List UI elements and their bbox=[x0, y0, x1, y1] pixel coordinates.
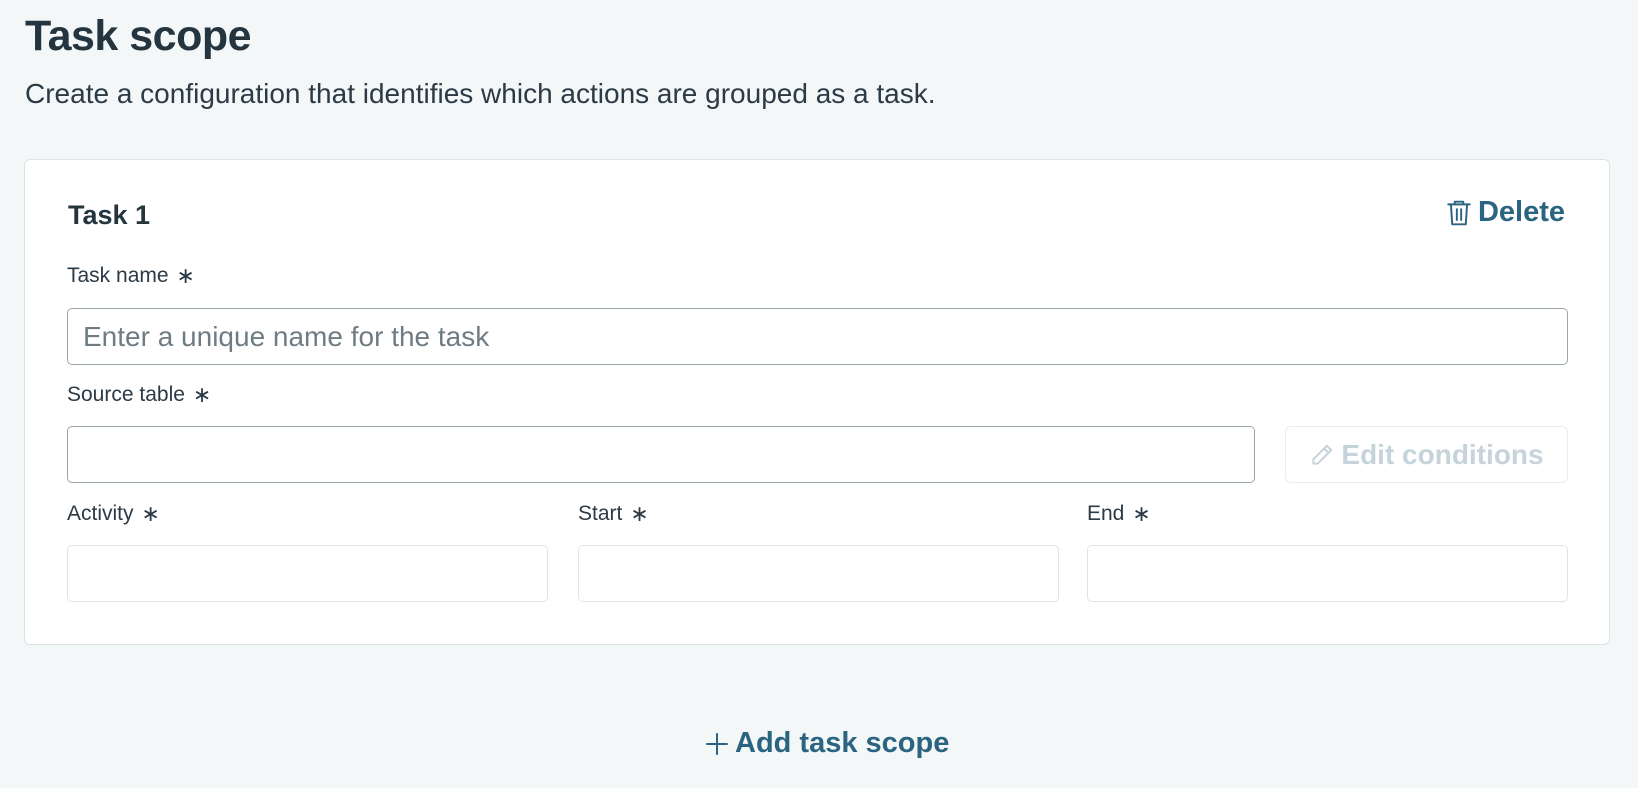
end-label: End ∗ bbox=[1087, 502, 1151, 526]
source-table-label-text: Source table bbox=[67, 383, 185, 406]
required-marker: ∗ bbox=[1132, 501, 1151, 526]
add-task-scope-button[interactable]: Add task scope bbox=[705, 727, 949, 760]
task-scope-page: Task scope Create a configuration that i… bbox=[0, 0, 1638, 788]
task-name-label-text: Task name bbox=[67, 264, 169, 287]
activity-label: Activity ∗ bbox=[67, 502, 160, 526]
required-marker: ∗ bbox=[176, 263, 195, 288]
source-table-label: Source table ∗ bbox=[67, 383, 211, 407]
task-card: Task 1 Delete Task name ∗ Source table ∗ bbox=[24, 159, 1610, 645]
page-title: Task scope bbox=[25, 12, 252, 60]
delete-task-button[interactable]: Delete bbox=[1446, 196, 1565, 229]
activity-label-text: Activity bbox=[67, 502, 134, 525]
required-marker: ∗ bbox=[630, 501, 649, 526]
delete-label: Delete bbox=[1477, 196, 1565, 228]
start-input[interactable] bbox=[578, 545, 1059, 602]
add-task-scope-label: Add task scope bbox=[735, 727, 950, 759]
task-title: Task 1 bbox=[68, 200, 151, 230]
trash-icon bbox=[1447, 200, 1471, 225]
end-label-text: End bbox=[1087, 502, 1125, 525]
edit-conditions-button[interactable]: Edit conditions bbox=[1285, 426, 1568, 483]
start-label: Start ∗ bbox=[578, 502, 649, 526]
end-input[interactable] bbox=[1087, 545, 1568, 602]
plus-icon bbox=[706, 732, 728, 755]
pencil-icon bbox=[1312, 444, 1333, 465]
task-name-input[interactable] bbox=[67, 308, 1568, 365]
start-label-text: Start bbox=[578, 502, 623, 525]
edit-conditions-label: Edit conditions bbox=[1341, 438, 1544, 470]
activity-input[interactable] bbox=[67, 545, 548, 602]
page-description: Create a configuration that identifies w… bbox=[25, 78, 936, 109]
required-marker: ∗ bbox=[192, 382, 212, 407]
task-name-label: Task name ∗ bbox=[67, 264, 195, 288]
required-marker: ∗ bbox=[141, 501, 160, 526]
source-table-input[interactable] bbox=[67, 426, 1255, 483]
